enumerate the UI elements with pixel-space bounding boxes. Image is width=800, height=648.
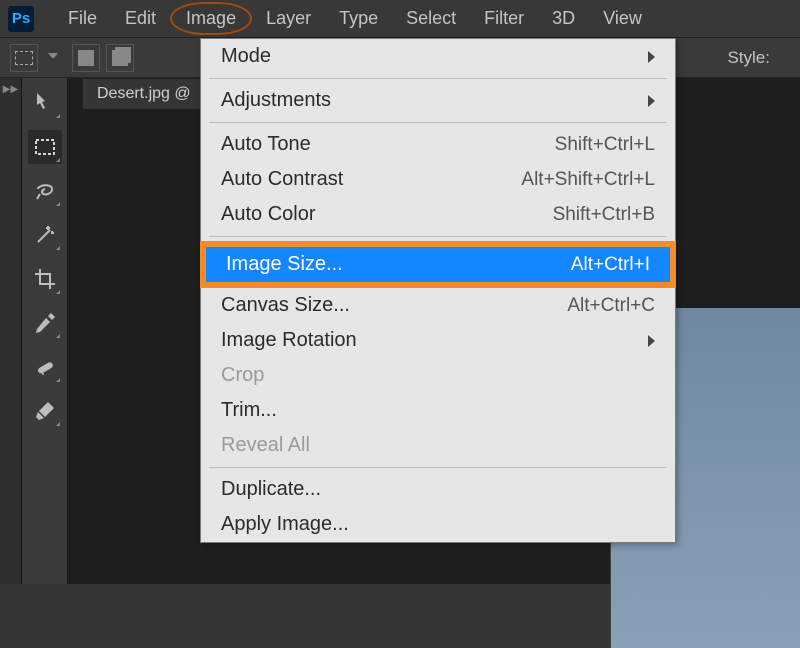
menu-item-label: Auto Tone: [221, 133, 555, 156]
menu-3d[interactable]: 3D: [538, 2, 589, 35]
submenu-arrow-icon: [648, 51, 655, 63]
highlight-annotation: Image Size... Alt+Ctrl+I: [200, 241, 676, 288]
menu-item-label: Canvas Size...: [221, 294, 567, 317]
crop-tool-icon: [33, 267, 57, 291]
photoshop-logo-icon: Ps: [8, 6, 34, 32]
menu-separator: [209, 122, 667, 123]
menu-filter[interactable]: Filter: [470, 2, 538, 35]
menu-separator: [209, 467, 667, 468]
menu-bar: Ps File Edit Image Layer Type Select Fil…: [0, 0, 800, 38]
submenu-arrow-icon: [648, 335, 655, 347]
left-collapse-strip[interactable]: ▶▶: [0, 78, 22, 584]
expand-handle-icon[interactable]: ▶▶: [3, 84, 18, 95]
menu-item-label: Crop: [221, 364, 655, 387]
menu-item-adjustments[interactable]: Adjustments: [201, 83, 675, 118]
menu-item-duplicate[interactable]: Duplicate...: [201, 472, 675, 507]
menu-select[interactable]: Select: [392, 2, 470, 35]
menu-item-image-size[interactable]: Image Size... Alt+Ctrl+I: [206, 247, 670, 282]
crop-tool[interactable]: [28, 262, 62, 296]
move-tool[interactable]: [28, 86, 62, 120]
menu-item-mode[interactable]: Mode: [201, 39, 675, 74]
magic-wand-tool[interactable]: [28, 218, 62, 252]
menu-item-shortcut: Alt+Shift+Ctrl+L: [521, 169, 655, 191]
menu-item-auto-tone[interactable]: Auto Tone Shift+Ctrl+L: [201, 127, 675, 162]
lasso-tool-icon: [33, 179, 57, 203]
menu-item-shortcut: Shift+Ctrl+L: [555, 134, 655, 156]
eyedropper-tool[interactable]: [28, 306, 62, 340]
menu-item-label: Duplicate...: [221, 478, 655, 501]
selection-mode-new-icon[interactable]: [72, 44, 100, 72]
menu-item-label: Image Size...: [226, 253, 571, 276]
menu-type[interactable]: Type: [325, 2, 392, 35]
menu-item-shortcut: Alt+Ctrl+C: [567, 295, 655, 317]
document-tab[interactable]: Desert.jpg @: [82, 78, 206, 109]
healing-brush-tool-icon: [33, 355, 57, 379]
menu-item-shortcut: Alt+Ctrl+I: [571, 254, 650, 276]
tools-panel: [22, 78, 68, 584]
menu-file[interactable]: File: [54, 2, 111, 35]
menu-item-label: Auto Contrast: [221, 168, 521, 191]
menu-item-label: Adjustments: [221, 89, 648, 112]
menu-item-label: Reveal All: [221, 434, 655, 457]
brush-tool-icon: [33, 399, 57, 423]
eyedropper-tool-icon: [33, 311, 57, 335]
menu-item-reveal-all: Reveal All: [201, 428, 675, 463]
menu-item-image-rotation[interactable]: Image Rotation: [201, 323, 675, 358]
menu-item-label: Apply Image...: [221, 513, 655, 536]
selection-mode-add-icon[interactable]: [106, 44, 134, 72]
menu-item-shortcut: Shift+Ctrl+B: [553, 204, 655, 226]
brush-tool[interactable]: [28, 394, 62, 428]
tool-preset-dropdown-icon[interactable]: [48, 53, 58, 63]
lasso-tool[interactable]: [28, 174, 62, 208]
image-menu-dropdown: Mode Adjustments Auto Tone Shift+Ctrl+L …: [200, 38, 676, 543]
move-tool-icon: [33, 91, 57, 115]
menu-edit[interactable]: Edit: [111, 2, 170, 35]
style-label: Style:: [727, 48, 770, 68]
menu-separator: [209, 236, 667, 237]
tool-preset-icon[interactable]: [10, 44, 38, 72]
menu-item-auto-color[interactable]: Auto Color Shift+Ctrl+B: [201, 197, 675, 232]
menu-item-apply-image[interactable]: Apply Image...: [201, 507, 675, 542]
menu-item-crop: Crop: [201, 358, 675, 393]
menu-item-auto-contrast[interactable]: Auto Contrast Alt+Shift+Ctrl+L: [201, 162, 675, 197]
submenu-arrow-icon: [648, 95, 655, 107]
rectangular-marquee-tool[interactable]: [28, 130, 62, 164]
menu-item-label: Image Rotation: [221, 329, 648, 352]
marquee-tool-icon: [33, 135, 57, 159]
menu-separator: [209, 78, 667, 79]
menu-item-label: Trim...: [221, 399, 655, 422]
menu-item-label: Mode: [221, 45, 648, 68]
magic-wand-tool-icon: [33, 223, 57, 247]
menu-layer[interactable]: Layer: [252, 2, 325, 35]
menu-item-label: Auto Color: [221, 203, 553, 226]
menu-image[interactable]: Image: [170, 2, 252, 35]
menu-item-trim[interactable]: Trim...: [201, 393, 675, 428]
spot-healing-brush-tool[interactable]: [28, 350, 62, 384]
menu-item-canvas-size[interactable]: Canvas Size... Alt+Ctrl+C: [201, 288, 675, 323]
menu-view[interactable]: View: [589, 2, 656, 35]
